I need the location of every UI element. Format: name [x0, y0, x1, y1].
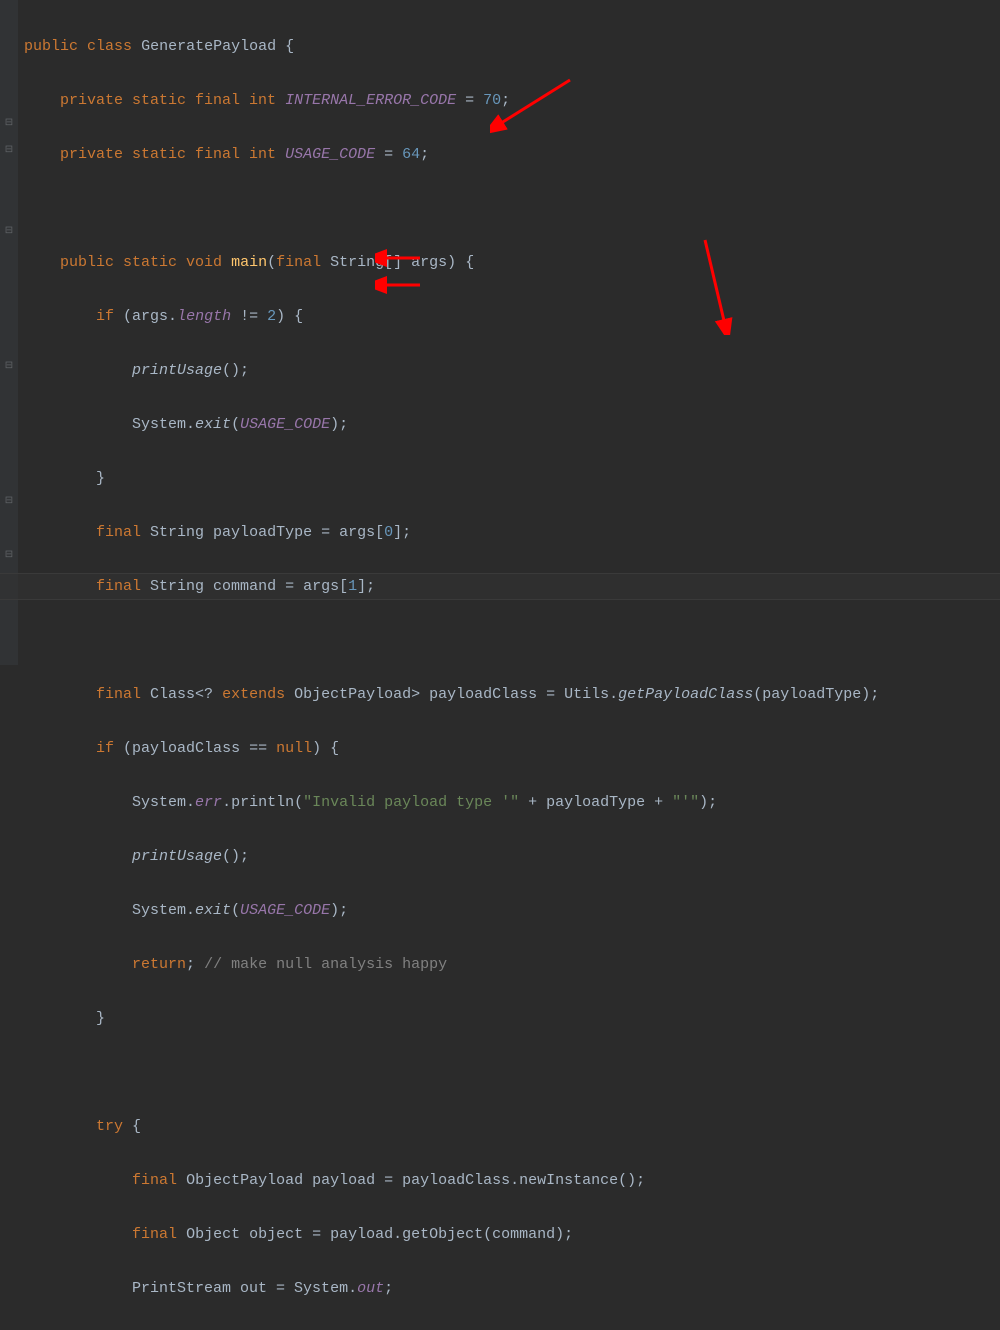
code-line: private static final int USAGE_CODE = 64… [24, 141, 879, 168]
code-line: private static final int INTERNAL_ERROR_… [24, 87, 879, 114]
fold-marker-icon[interactable]: ⊟ [4, 227, 14, 237]
fold-marker-icon[interactable]: ⊟ [4, 551, 14, 561]
code-line: System.exit(USAGE_CODE); [24, 897, 879, 924]
code-line: if (args.length != 2) { [24, 303, 879, 330]
fold-marker-icon[interactable]: ⊟ [4, 362, 14, 372]
code-line: PrintStream out = System.out; [24, 1275, 879, 1302]
code-line: final Class<? extends ObjectPayload> pay… [24, 681, 879, 708]
code-line: final String command = args[1]; [24, 573, 879, 600]
code-editor-content[interactable]: public class GeneratePayload { private s… [24, 6, 879, 1330]
code-line: System.exit(USAGE_CODE); [24, 411, 879, 438]
code-line: final String payloadType = args[0]; [24, 519, 879, 546]
code-line: } [24, 465, 879, 492]
code-line: final Object object = payload.getObject(… [24, 1221, 879, 1248]
code-line: printUsage(); [24, 357, 879, 384]
code-line: try { [24, 1113, 879, 1140]
code-line: } [24, 1005, 879, 1032]
fold-marker-icon[interactable]: ⊟ [4, 146, 14, 156]
blank-line [24, 627, 879, 654]
blank-line [24, 1059, 879, 1086]
code-line: Serializer.serialize(object, out); [24, 1329, 879, 1330]
code-line: final ObjectPayload payload = payloadCla… [24, 1167, 879, 1194]
code-line: public class GeneratePayload { [24, 33, 879, 60]
code-line: return; // make null analysis happy [24, 951, 879, 978]
fold-marker-icon[interactable]: ⊟ [4, 119, 14, 129]
code-line: printUsage(); [24, 843, 879, 870]
fold-marker-icon[interactable]: ⊟ [4, 497, 14, 507]
editor-gutter: ⊟ ⊟ ⊟ ⊟ ⊟ ⊟ [0, 0, 18, 665]
blank-line [24, 195, 879, 222]
code-line: if (payloadClass == null) { [24, 735, 879, 762]
code-line: public static void main(final String[] a… [24, 249, 879, 276]
code-line: System.err.println("Invalid payload type… [24, 789, 879, 816]
